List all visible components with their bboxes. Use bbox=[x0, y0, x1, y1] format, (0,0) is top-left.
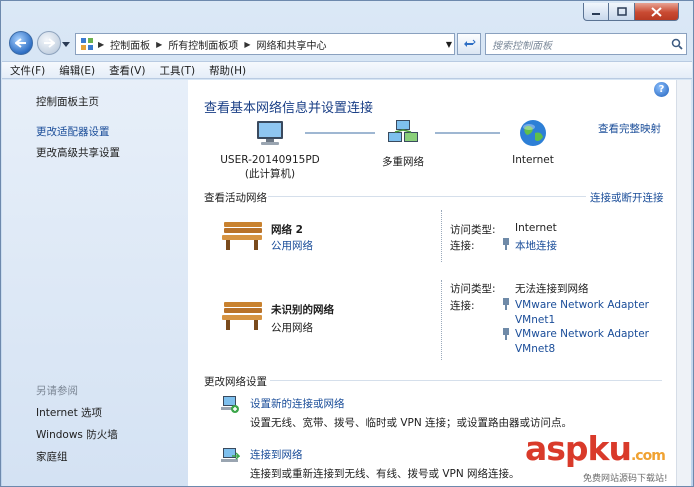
forward-arrow-icon bbox=[44, 38, 55, 48]
page-title: 查看基本网络信息并设置连接 bbox=[204, 101, 374, 116]
window: ▶ 控制面板 ▶ 所有控制面板项 ▶ 网络和共享中心 ▼ 搜索控制面板 文件(F… bbox=[0, 0, 694, 487]
ethernet-icon bbox=[503, 298, 509, 310]
refresh-icon bbox=[464, 39, 476, 47]
network-name: 网络 2 bbox=[271, 224, 303, 236]
back-button[interactable] bbox=[9, 31, 33, 55]
change-settings-heading: 更改网络设置 bbox=[204, 376, 267, 388]
search-icon[interactable] bbox=[671, 38, 683, 50]
forward-button[interactable] bbox=[37, 31, 61, 55]
internet-options-link[interactable]: Internet 选项 bbox=[36, 405, 102, 420]
new-connection-icon bbox=[221, 396, 239, 413]
vmnet1-adapter-link[interactable]: VMware Network Adapter VMnet1 bbox=[515, 298, 665, 328]
internet-label: Internet bbox=[512, 154, 554, 166]
see-full-map-link[interactable]: 查看完整映射 bbox=[598, 121, 661, 136]
menu-tools[interactable]: 工具(T) bbox=[159, 63, 195, 78]
main-pane: ? 查看基本网络信息并设置连接 查看完整映射 USER-20140915PD (… bbox=[188, 80, 676, 486]
ethernet-icon bbox=[503, 238, 509, 250]
vertical-scrollbar[interactable] bbox=[676, 80, 691, 486]
control-panel-home-link[interactable]: 控制面板主页 bbox=[36, 94, 99, 109]
network-node-internet[interactable]: Internet bbox=[500, 118, 566, 166]
computer-sub: (此计算机) bbox=[244, 168, 296, 180]
ethernet-icon bbox=[503, 328, 509, 340]
connections-label: 连接: bbox=[450, 240, 475, 252]
change-adapter-settings-link[interactable]: 更改适配器设置 bbox=[36, 124, 110, 139]
close-icon bbox=[651, 6, 662, 17]
caption-buttons bbox=[583, 3, 679, 21]
left-pane: 控制面板主页 更改适配器设置 更改高级共享设置 另请参阅 Internet 选项… bbox=[2, 80, 188, 486]
refresh-button[interactable] bbox=[457, 33, 481, 55]
network-node-multiple[interactable]: 多重网络 bbox=[368, 118, 438, 169]
maximize-icon bbox=[616, 7, 627, 16]
breadcrumb-control-panel[interactable]: 控制面板 bbox=[110, 37, 150, 52]
maximize-button[interactable] bbox=[609, 3, 635, 21]
menu-bar: 文件(F) 编辑(E) 查看(V) 工具(T) 帮助(H) bbox=[2, 61, 692, 79]
public-network-bench-icon bbox=[222, 222, 262, 250]
breadcrumb-network-center[interactable]: 网络和共享中心 bbox=[256, 37, 326, 52]
access-type-label: 访问类型: bbox=[450, 224, 496, 236]
breadcrumb-all-items[interactable]: 所有控制面板项 bbox=[168, 37, 238, 52]
menu-view[interactable]: 查看(V) bbox=[109, 63, 145, 78]
address-dropdown-icon[interactable]: ▼ bbox=[446, 40, 452, 49]
section-divider bbox=[268, 196, 586, 197]
connect-to-network-desc: 连接到或重新连接到无线、有线、拨号或 VPN 网络连接。 bbox=[250, 468, 520, 480]
breadcrumb-separator-icon[interactable]: ▶ bbox=[244, 40, 250, 49]
watermark-logo: aspku.com bbox=[525, 429, 666, 468]
setup-new-connection-link[interactable]: 设置新的连接或网络 bbox=[250, 396, 345, 411]
network-name: 未识别的网络 bbox=[271, 304, 334, 316]
connect-to-network-link[interactable]: 连接到网络 bbox=[250, 447, 303, 462]
change-advanced-sharing-link[interactable]: 更改高级共享设置 bbox=[36, 145, 120, 160]
access-type-value: Internet bbox=[515, 222, 557, 234]
recent-pages-dropdown-icon[interactable] bbox=[62, 40, 70, 48]
local-connection-link[interactable]: 本地连接 bbox=[515, 238, 557, 253]
watermark-tagline: 免费网站源码下载站! bbox=[583, 474, 668, 484]
multiple-networks-icon bbox=[388, 120, 418, 142]
network-node-computer[interactable]: USER-20140915PD (此计算机) bbox=[210, 118, 330, 181]
connection-line bbox=[435, 132, 500, 134]
access-type-label: 访问类型: bbox=[450, 283, 496, 295]
menu-file[interactable]: 文件(F) bbox=[10, 63, 45, 78]
connect-network-icon bbox=[221, 448, 240, 462]
back-arrow-icon bbox=[15, 38, 26, 48]
windows-firewall-link[interactable]: Windows 防火墙 bbox=[36, 427, 118, 442]
menu-help[interactable]: 帮助(H) bbox=[209, 63, 246, 78]
divider bbox=[441, 280, 442, 360]
breadcrumb-separator-icon[interactable]: ▶ bbox=[156, 40, 162, 49]
breadcrumb-separator-icon[interactable]: ▶ bbox=[98, 40, 104, 49]
divider bbox=[441, 210, 442, 262]
computer-icon bbox=[257, 121, 283, 145]
minimize-icon bbox=[592, 12, 600, 15]
section-divider bbox=[270, 380, 662, 381]
setup-new-connection-desc: 设置无线、宽带、拨号、临时或 VPN 连接；或设置路由器或访问点。 bbox=[250, 417, 573, 429]
close-button[interactable] bbox=[635, 3, 679, 21]
network-type: 公用网络 bbox=[271, 322, 313, 334]
see-also-heading: 另请参阅 bbox=[36, 385, 78, 397]
connect-disconnect-link[interactable]: 连接或断开连接 bbox=[590, 190, 664, 205]
address-bar[interactable]: ▶ 控制面板 ▶ 所有控制面板项 ▶ 网络和共享中心 ▼ bbox=[75, 33, 455, 55]
control-panel-icon bbox=[81, 38, 93, 50]
menu-edit[interactable]: 编辑(E) bbox=[59, 63, 95, 78]
watermark: aspku.com 免费网站源码下载站! bbox=[521, 429, 691, 485]
help-icon[interactable]: ? bbox=[654, 82, 669, 97]
computer-name: USER-20140915PD bbox=[220, 154, 320, 166]
active-networks-heading: 查看活动网络 bbox=[204, 192, 267, 204]
connections-label: 连接: bbox=[450, 300, 475, 312]
minimize-button[interactable] bbox=[583, 3, 609, 21]
public-network-bench-icon bbox=[222, 302, 262, 330]
globe-icon bbox=[520, 120, 546, 146]
network-type-link[interactable]: 公用网络 bbox=[271, 238, 313, 253]
search-input[interactable]: 搜索控制面板 bbox=[485, 33, 687, 55]
access-type-value: 无法连接到网络 bbox=[515, 283, 589, 295]
navigation-bar: ▶ 控制面板 ▶ 所有控制面板项 ▶ 网络和共享中心 ▼ 搜索控制面板 bbox=[9, 31, 687, 57]
homegroup-link[interactable]: 家庭组 bbox=[36, 449, 68, 464]
vmnet8-adapter-link[interactable]: VMware Network Adapter VMnet8 bbox=[515, 327, 665, 357]
multiple-networks-label: 多重网络 bbox=[382, 156, 424, 168]
